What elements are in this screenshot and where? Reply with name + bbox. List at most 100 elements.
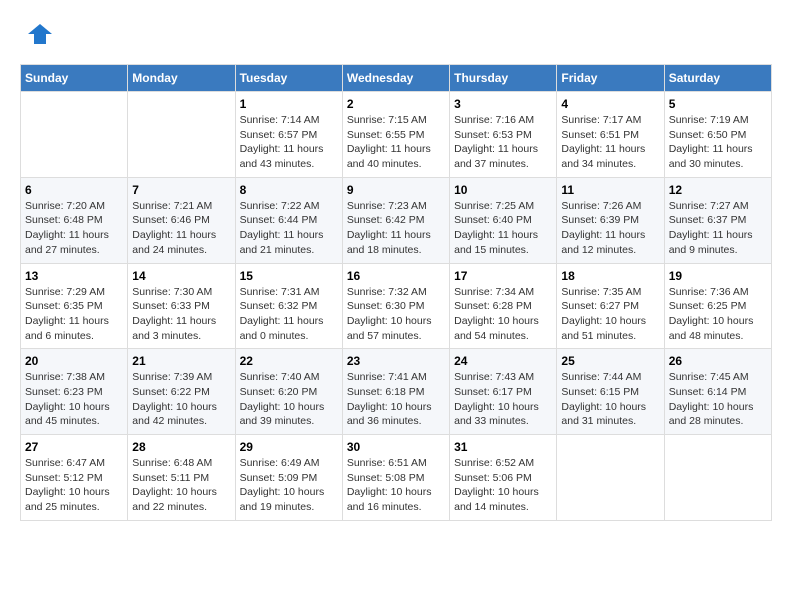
day-info: Sunrise: 7:16 AM Sunset: 6:53 PM Dayligh… [454, 113, 552, 172]
day-info: Sunrise: 7:40 AM Sunset: 6:20 PM Dayligh… [240, 370, 338, 429]
day-number: 19 [669, 269, 767, 283]
weekday-header: Saturday [664, 65, 771, 92]
day-info: Sunrise: 7:44 AM Sunset: 6:15 PM Dayligh… [561, 370, 659, 429]
day-number: 11 [561, 183, 659, 197]
day-number: 18 [561, 269, 659, 283]
calendar-cell: 21 Sunrise: 7:39 AM Sunset: 6:22 PM Dayli… [128, 349, 235, 435]
calendar-cell: 14 Sunrise: 7:30 AM Sunset: 6:33 PM Dayli… [128, 263, 235, 349]
day-number: 2 [347, 97, 445, 111]
calendar-cell: 31Sunrise: 6:52 AM Sunset: 5:06 PM Dayli… [450, 435, 557, 521]
day-number: 10 [454, 183, 552, 197]
weekday-header: Thursday [450, 65, 557, 92]
day-info: Sunrise: 7:20 AM Sunset: 6:48 PM Dayligh… [25, 199, 123, 258]
calendar-cell [21, 92, 128, 178]
day-info: Sunrise: 7:35 AM Sunset: 6:27 PM Dayligh… [561, 285, 659, 344]
day-number: 23 [347, 354, 445, 368]
day-number: 1 [240, 97, 338, 111]
calendar-cell: 27 Sunrise: 6:47 AM Sunset: 5:12 PM Dayli… [21, 435, 128, 521]
calendar-cell [664, 435, 771, 521]
calendar-cell: 26Sunrise: 7:45 AM Sunset: 6:14 PM Dayli… [664, 349, 771, 435]
calendar-cell: 19 Sunrise: 7:36 AM Sunset: 6:25 PM Dayli… [664, 263, 771, 349]
day-info: Sunrise: 7:41 AM Sunset: 6:18 PM Dayligh… [347, 370, 445, 429]
day-number: 21 [132, 354, 230, 368]
day-info: Sunrise: 7:36 AM Sunset: 6:25 PM Dayligh… [669, 285, 767, 344]
day-number: 7 [132, 183, 230, 197]
day-info: Sunrise: 7:29 AM Sunset: 6:35 PM Dayligh… [25, 285, 123, 344]
day-number: 20 [25, 354, 123, 368]
calendar-cell: 13 Sunrise: 7:29 AM Sunset: 6:35 PM Dayli… [21, 263, 128, 349]
day-number: 12 [669, 183, 767, 197]
day-info: Sunrise: 7:32 AM Sunset: 6:30 PM Dayligh… [347, 285, 445, 344]
day-info: Sunrise: 7:45 AM Sunset: 6:14 PM Dayligh… [669, 370, 767, 429]
day-info: Sunrise: 7:26 AM Sunset: 6:39 PM Dayligh… [561, 199, 659, 258]
weekday-header: Sunday [21, 65, 128, 92]
day-info: Sunrise: 7:14 AM Sunset: 6:57 PM Dayligh… [240, 113, 338, 172]
day-number: 24 [454, 354, 552, 368]
calendar-cell: 5 Sunrise: 7:19 AM Sunset: 6:50 PM Daylig… [664, 92, 771, 178]
day-number: 13 [25, 269, 123, 283]
calendar-cell: 20Sunrise: 7:38 AM Sunset: 6:23 PM Dayli… [21, 349, 128, 435]
day-info: Sunrise: 7:31 AM Sunset: 6:32 PM Dayligh… [240, 285, 338, 344]
calendar-week-row: 20Sunrise: 7:38 AM Sunset: 6:23 PM Dayli… [21, 349, 772, 435]
day-info: Sunrise: 7:25 AM Sunset: 6:40 PM Dayligh… [454, 199, 552, 258]
day-info: Sunrise: 7:23 AM Sunset: 6:42 PM Dayligh… [347, 199, 445, 258]
day-info: Sunrise: 6:52 AM Sunset: 5:06 PM Dayligh… [454, 456, 552, 515]
day-info: Sunrise: 7:39 AM Sunset: 6:22 PM Dayligh… [132, 370, 230, 429]
calendar-cell: 25Sunrise: 7:44 AM Sunset: 6:15 PM Dayli… [557, 349, 664, 435]
day-info: Sunrise: 7:43 AM Sunset: 6:17 PM Dayligh… [454, 370, 552, 429]
calendar-cell: 8Sunrise: 7:22 AM Sunset: 6:44 PM Daylig… [235, 177, 342, 263]
day-info: Sunrise: 7:19 AM Sunset: 6:50 PM Dayligh… [669, 113, 767, 172]
calendar-cell: 15Sunrise: 7:31 AM Sunset: 6:32 PM Dayli… [235, 263, 342, 349]
day-info: Sunrise: 6:48 AM Sunset: 5:11 PM Dayligh… [132, 456, 230, 515]
weekday-header: Monday [128, 65, 235, 92]
logo [20, 20, 54, 48]
calendar-week-row: 13 Sunrise: 7:29 AM Sunset: 6:35 PM Dayli… [21, 263, 772, 349]
day-info: Sunrise: 6:47 AM Sunset: 5:12 PM Dayligh… [25, 456, 123, 515]
calendar-cell: 24 Sunrise: 7:43 AM Sunset: 6:17 PM Dayli… [450, 349, 557, 435]
day-number: 9 [347, 183, 445, 197]
calendar-cell: 17 Sunrise: 7:34 AM Sunset: 6:28 PM Dayli… [450, 263, 557, 349]
calendar-cell: 2 Sunrise: 7:15 AM Sunset: 6:55 PM Daylig… [342, 92, 449, 178]
day-number: 30 [347, 440, 445, 454]
calendar-cell: 16Sunrise: 7:32 AM Sunset: 6:30 PM Dayli… [342, 263, 449, 349]
weekday-header: Tuesday [235, 65, 342, 92]
day-info: Sunrise: 6:51 AM Sunset: 5:08 PM Dayligh… [347, 456, 445, 515]
calendar-cell: 18 Sunrise: 7:35 AM Sunset: 6:27 PM Dayli… [557, 263, 664, 349]
calendar-cell: 23 Sunrise: 7:41 AM Sunset: 6:18 PM Dayli… [342, 349, 449, 435]
calendar-cell: 22 Sunrise: 7:40 AM Sunset: 6:20 PM Dayli… [235, 349, 342, 435]
day-info: Sunrise: 6:49 AM Sunset: 5:09 PM Dayligh… [240, 456, 338, 515]
calendar-table: SundayMondayTuesdayWednesdayThursdayFrid… [20, 64, 772, 521]
day-number: 5 [669, 97, 767, 111]
page-header [20, 20, 772, 48]
calendar-cell: 7 Sunrise: 7:21 AM Sunset: 6:46 PM Daylig… [128, 177, 235, 263]
day-info: Sunrise: 7:22 AM Sunset: 6:44 PM Dayligh… [240, 199, 338, 258]
day-info: Sunrise: 7:21 AM Sunset: 6:46 PM Dayligh… [132, 199, 230, 258]
day-info: Sunrise: 7:27 AM Sunset: 6:37 PM Dayligh… [669, 199, 767, 258]
day-info: Sunrise: 7:30 AM Sunset: 6:33 PM Dayligh… [132, 285, 230, 344]
calendar-cell [557, 435, 664, 521]
calendar-cell [128, 92, 235, 178]
calendar-cell: 30 Sunrise: 6:51 AM Sunset: 5:08 PM Dayli… [342, 435, 449, 521]
weekday-header: Friday [557, 65, 664, 92]
day-number: 28 [132, 440, 230, 454]
calendar-cell: 6Sunrise: 7:20 AM Sunset: 6:48 PM Daylig… [21, 177, 128, 263]
day-info: Sunrise: 7:15 AM Sunset: 6:55 PM Dayligh… [347, 113, 445, 172]
day-info: Sunrise: 7:34 AM Sunset: 6:28 PM Dayligh… [454, 285, 552, 344]
calendar-cell: 12 Sunrise: 7:27 AM Sunset: 6:37 PM Dayli… [664, 177, 771, 263]
calendar-cell: 9 Sunrise: 7:23 AM Sunset: 6:42 PM Daylig… [342, 177, 449, 263]
calendar-cell: 3 Sunrise: 7:16 AM Sunset: 6:53 PM Daylig… [450, 92, 557, 178]
day-number: 4 [561, 97, 659, 111]
day-number: 29 [240, 440, 338, 454]
day-number: 3 [454, 97, 552, 111]
calendar-cell: 29 Sunrise: 6:49 AM Sunset: 5:09 PM Dayli… [235, 435, 342, 521]
calendar-week-row: 6Sunrise: 7:20 AM Sunset: 6:48 PM Daylig… [21, 177, 772, 263]
day-number: 17 [454, 269, 552, 283]
calendar-week-row: 27 Sunrise: 6:47 AM Sunset: 5:12 PM Dayli… [21, 435, 772, 521]
weekday-header: Wednesday [342, 65, 449, 92]
day-number: 27 [25, 440, 123, 454]
calendar-week-row: 1 Sunrise: 7:14 AM Sunset: 6:57 PM Daylig… [21, 92, 772, 178]
day-number: 22 [240, 354, 338, 368]
calendar-cell: 28 Sunrise: 6:48 AM Sunset: 5:11 PM Dayli… [128, 435, 235, 521]
day-number: 14 [132, 269, 230, 283]
calendar-cell: 10 Sunrise: 7:25 AM Sunset: 6:40 PM Dayli… [450, 177, 557, 263]
